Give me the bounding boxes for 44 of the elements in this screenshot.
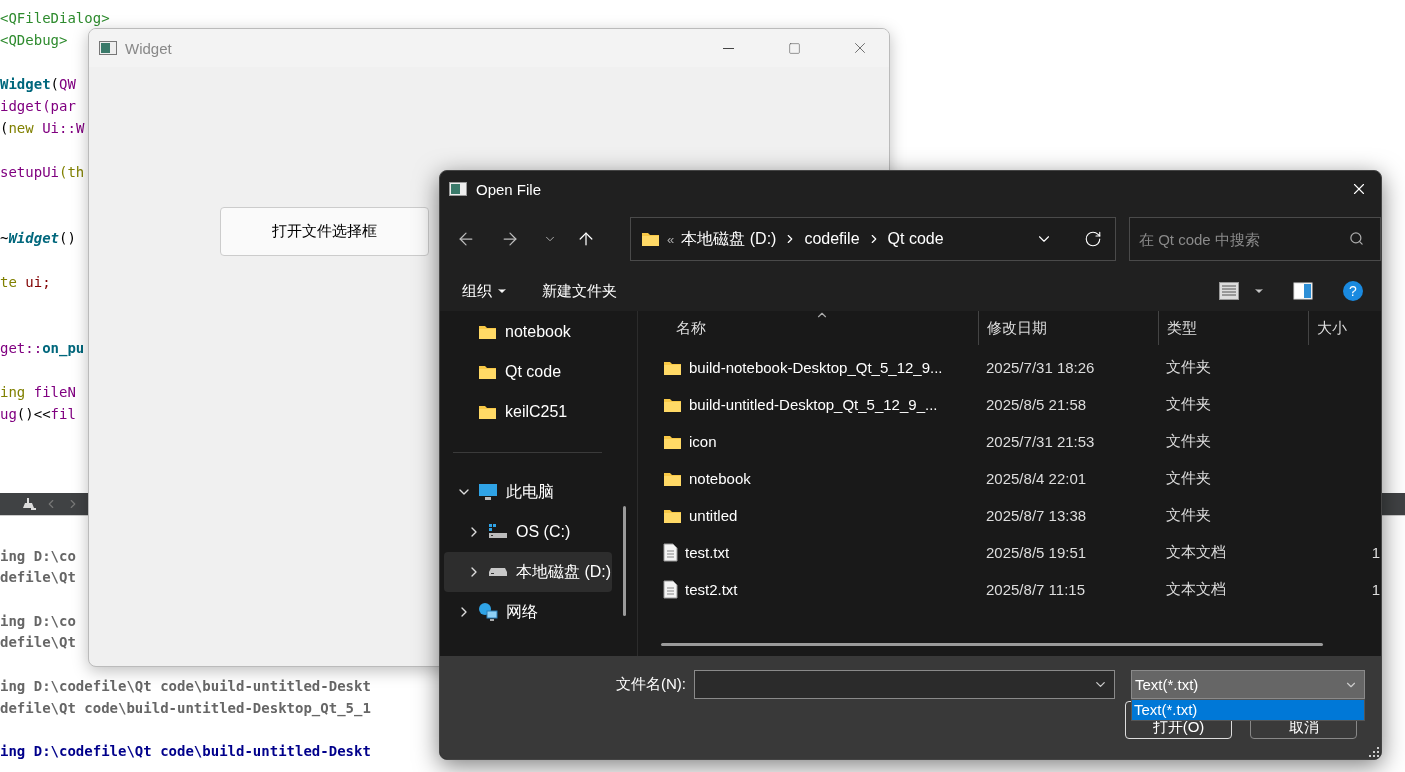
file-name: test.txt [685, 544, 730, 561]
file-type: 文件夹 [1166, 395, 1211, 414]
code-line: ing fileN [0, 384, 76, 400]
code-line: idget(par [0, 98, 76, 114]
output-line: defile\Qt [0, 569, 76, 586]
file-type: 文本文档 [1166, 543, 1226, 562]
code-line: ~Widget() [0, 230, 76, 246]
file-type: 文件夹 [1166, 358, 1211, 377]
file-name: untitled [689, 507, 738, 524]
code-line: (new Ui::W [0, 120, 85, 136]
modified-date: 2025/8/7 11:15 [986, 581, 1085, 598]
output-line: ing D:\co [0, 612, 76, 629]
modified-date: 2025/8/5 19:51 [986, 544, 1087, 561]
code-line: te ui; [0, 274, 51, 290]
code-line: <QFileDialog> [0, 10, 110, 26]
modified-date: 2025/8/5 21:58 [986, 396, 1087, 413]
code-line: setupUi(th [0, 164, 85, 180]
file-type: 文件夹 [1166, 432, 1211, 451]
code-line: Widget(QW [0, 76, 76, 92]
file-name: build-untitled-Desktop_Qt_5_12_9_... [689, 396, 938, 413]
output-line: defile\Qt [0, 634, 76, 651]
file-type: 文件夹 [1166, 469, 1211, 488]
file-name: icon [689, 433, 717, 450]
modified-date: 2025/8/7 13:38 [986, 507, 1087, 524]
modified-date: 2025/7/31 21:53 [986, 433, 1095, 450]
file-type: 文件夹 [1166, 506, 1211, 525]
dialog-title: Open File [476, 180, 543, 198]
modified-date: 2025/8/4 22:01 [986, 470, 1087, 487]
file-name: test2.txt [685, 581, 738, 598]
file-name-label: 文件名(N): [615, 675, 686, 694]
output-line: ing D:\codefile\Qt code\build-untitled-Deskt [0, 677, 371, 694]
output-line: ing D:\co [0, 547, 76, 564]
output-line: ing D:\codefile\Qt code\build-untitled-Deskt [0, 742, 371, 759]
output-line: defile\Qt code\build-untitled-Desktop_Qt_5_1 [0, 699, 371, 716]
code-line: ug()<<fil [0, 406, 76, 422]
file-type: 文本文档 [1166, 580, 1226, 599]
file-name: notebook [689, 470, 751, 487]
file-name: build-notebook-Desktop_Qt_5_12_9... [689, 359, 943, 376]
file-size: 1 [1371, 581, 1380, 598]
code-line: get::on_pu [0, 340, 85, 356]
modified-date: 2025/7/31 18:26 [986, 359, 1095, 376]
file-size: 1 [1371, 544, 1380, 561]
window-title: Widget [125, 39, 173, 57]
code-line: <QDebug> [0, 32, 68, 48]
